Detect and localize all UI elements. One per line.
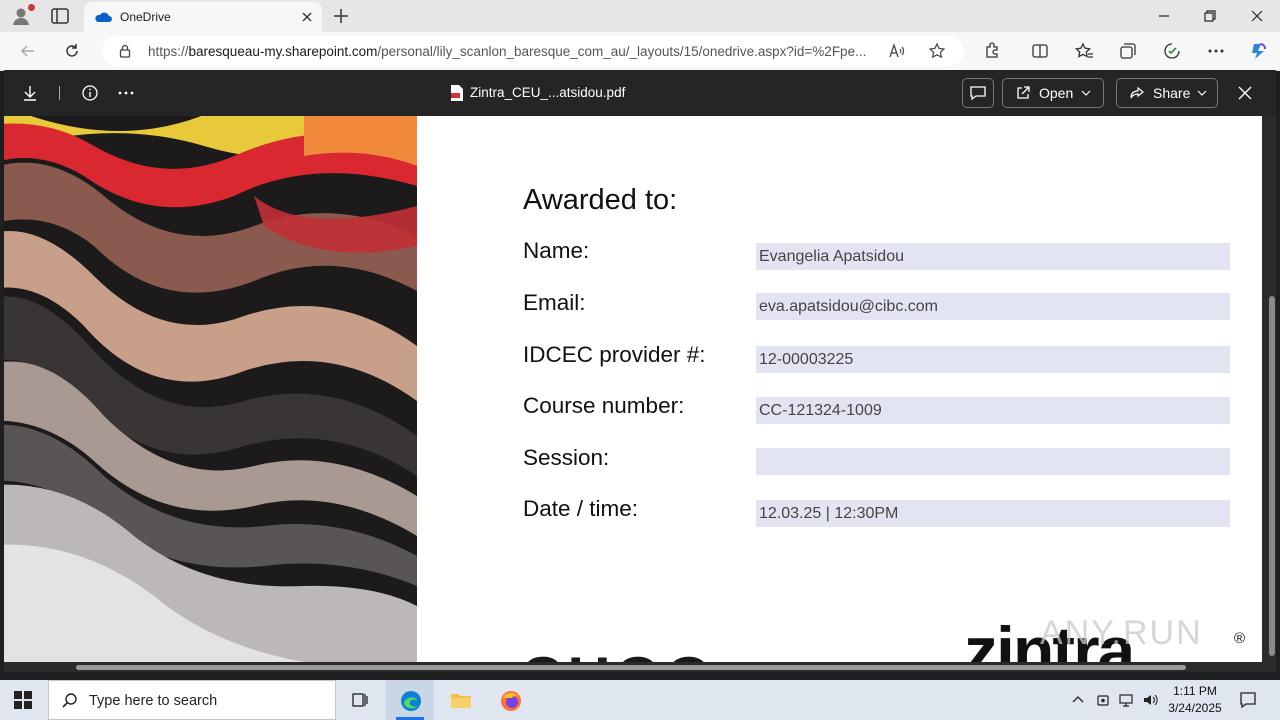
back-icon[interactable] xyxy=(18,41,38,61)
close-window-icon[interactable] xyxy=(1247,6,1267,26)
clock-time: 1:11 PM xyxy=(1173,684,1217,698)
favorites-icon[interactable] xyxy=(1074,41,1094,61)
firefox-button[interactable] xyxy=(486,680,534,720)
clock-date: 3/24/2025 xyxy=(1168,701,1222,715)
new-tab-icon[interactable] xyxy=(332,7,350,25)
volume-icon[interactable] xyxy=(1142,692,1158,708)
refresh-icon[interactable] xyxy=(62,41,82,61)
close-tab-icon[interactable] xyxy=(300,10,314,24)
taskbar-search-box[interactable]: Type here to search xyxy=(48,680,336,720)
course-number-field[interactable]: CC-121324-1009 xyxy=(756,397,1230,424)
document-title: Zintra_CEU_...atsidou.pdf xyxy=(451,85,626,101)
security-shield-icon[interactable] xyxy=(1095,692,1111,708)
close-viewer-icon[interactable] xyxy=(1235,83,1255,103)
network-icon[interactable] xyxy=(1118,692,1134,708)
anyrun-watermark: ANY.RUN xyxy=(1040,614,1203,652)
address-bar: https://baresqueau-my.sharepoint.com/per… xyxy=(0,32,1280,71)
vertical-scrollbar[interactable] xyxy=(1268,116,1276,662)
browser-tab-bar: OneDrive xyxy=(0,0,1280,32)
course-number-value: CC-121324-1009 xyxy=(759,402,882,419)
url-path: /personal/lily_scanlon_baresque_com_au/_… xyxy=(377,44,867,59)
edge-icon xyxy=(401,691,421,711)
split-screen-icon[interactable] xyxy=(1030,41,1050,61)
collections-icon[interactable] xyxy=(1118,41,1138,61)
more-actions-icon[interactable] xyxy=(116,83,136,103)
footer-large-text: CHOO xyxy=(520,644,716,662)
lock-icon[interactable] xyxy=(118,44,132,58)
date-time-label: Date / time: xyxy=(523,496,639,521)
tab-title: OneDrive xyxy=(120,10,171,24)
email-field[interactable]: eva.apatsidou@cibc.com xyxy=(756,293,1230,320)
share-label: Share xyxy=(1153,85,1191,101)
download-icon[interactable] xyxy=(20,83,40,103)
minimize-icon[interactable] xyxy=(1154,6,1174,26)
name-value: Evangelia Apatsidou xyxy=(759,248,904,265)
search-placeholder: Type here to search xyxy=(89,693,218,709)
horizontal-scroll-thumb[interactable] xyxy=(76,665,1186,670)
edge-taskbar-button[interactable] xyxy=(386,680,434,720)
idcec-provider-value: 12-00003225 xyxy=(759,351,854,368)
file-explorer-button[interactable] xyxy=(436,680,484,720)
awarded-to-heading: Awarded to: xyxy=(523,184,678,216)
tab-actions-icon[interactable] xyxy=(50,7,70,25)
taskbar: Type here to search 1:11 PM 3/24/2025 xyxy=(0,680,1280,720)
extensions-icon[interactable] xyxy=(982,41,1002,61)
favorite-star-icon[interactable] xyxy=(928,42,946,60)
idcec-provider-field[interactable]: 12-00003225 xyxy=(756,346,1230,373)
registered-mark: ® xyxy=(1234,630,1246,647)
toolbar-divider xyxy=(59,86,60,100)
comments-button[interactable] xyxy=(962,78,994,108)
name-label: Name: xyxy=(523,238,590,263)
open-external-icon xyxy=(1017,86,1030,99)
url-prefix: https:// xyxy=(148,44,189,59)
chevron-down-icon xyxy=(1081,90,1091,96)
name-field[interactable]: Evangelia Apatsidou xyxy=(756,243,1230,270)
share-button[interactable]: Share xyxy=(1116,78,1218,108)
show-hidden-icons-chevron-up-icon[interactable] xyxy=(1070,692,1086,708)
email-value: eva.apatsidou@cibc.com xyxy=(759,298,938,315)
share-icon xyxy=(1130,86,1144,99)
restore-icon[interactable] xyxy=(1200,6,1220,26)
browser-essentials-icon[interactable] xyxy=(1162,41,1182,61)
notifications-icon[interactable] xyxy=(1238,690,1258,710)
task-view-button[interactable] xyxy=(336,680,384,720)
session-label: Session: xyxy=(523,445,610,470)
task-view-icon xyxy=(352,693,368,707)
url-text: https://baresqueau-my.sharepoint.com/per… xyxy=(148,44,888,59)
onedrive-cloud-icon xyxy=(95,12,112,22)
info-icon[interactable] xyxy=(80,83,100,103)
idcec-provider-label: IDCEC provider #: xyxy=(523,342,706,367)
chevron-down-icon xyxy=(1197,90,1207,96)
system-clock[interactable]: 1:11 PM 3/24/2025 xyxy=(1160,683,1230,717)
url-host: baresqueau-my.sharepoint.com xyxy=(188,44,378,59)
comment-icon xyxy=(970,86,986,101)
email-label: Email: xyxy=(523,290,586,315)
open-button[interactable]: Open xyxy=(1002,78,1104,108)
document-area[interactable]: Awarded to: Name: Evangelia Apatsidou Em… xyxy=(4,116,1276,662)
notification-dot xyxy=(28,4,35,11)
more-options-icon[interactable] xyxy=(1206,41,1226,61)
wavy-stripes-artwork xyxy=(4,116,417,662)
open-label: Open xyxy=(1039,85,1074,101)
read-aloud-icon[interactable] xyxy=(888,42,906,60)
url-input[interactable]: https://baresqueau-my.sharepoint.com/per… xyxy=(102,36,964,66)
windows-start-icon[interactable] xyxy=(14,691,32,709)
firefox-icon xyxy=(501,691,521,711)
folder-icon xyxy=(451,694,471,708)
copilot-icon[interactable] xyxy=(1248,41,1268,61)
date-time-field[interactable]: 12.03.25 | 12:30PM xyxy=(756,500,1230,527)
search-icon xyxy=(62,693,77,708)
vertical-scroll-thumb[interactable] xyxy=(1269,296,1275,656)
horizontal-scrollbar[interactable] xyxy=(4,662,1276,672)
pdf-file-icon xyxy=(451,85,463,101)
course-number-label: Course number: xyxy=(523,393,685,418)
pdf-viewer-toolbar: Zintra_CEU_...atsidou.pdf Open Share xyxy=(4,70,1276,116)
session-field[interactable] xyxy=(756,448,1230,475)
pdf-page: Awarded to: Name: Evangelia Apatsidou Em… xyxy=(4,116,1262,662)
date-time-value: 12.03.25 | 12:30PM xyxy=(759,505,899,522)
tab-onedrive[interactable]: OneDrive xyxy=(84,2,322,32)
document-title-text: Zintra_CEU_...atsidou.pdf xyxy=(470,85,626,100)
